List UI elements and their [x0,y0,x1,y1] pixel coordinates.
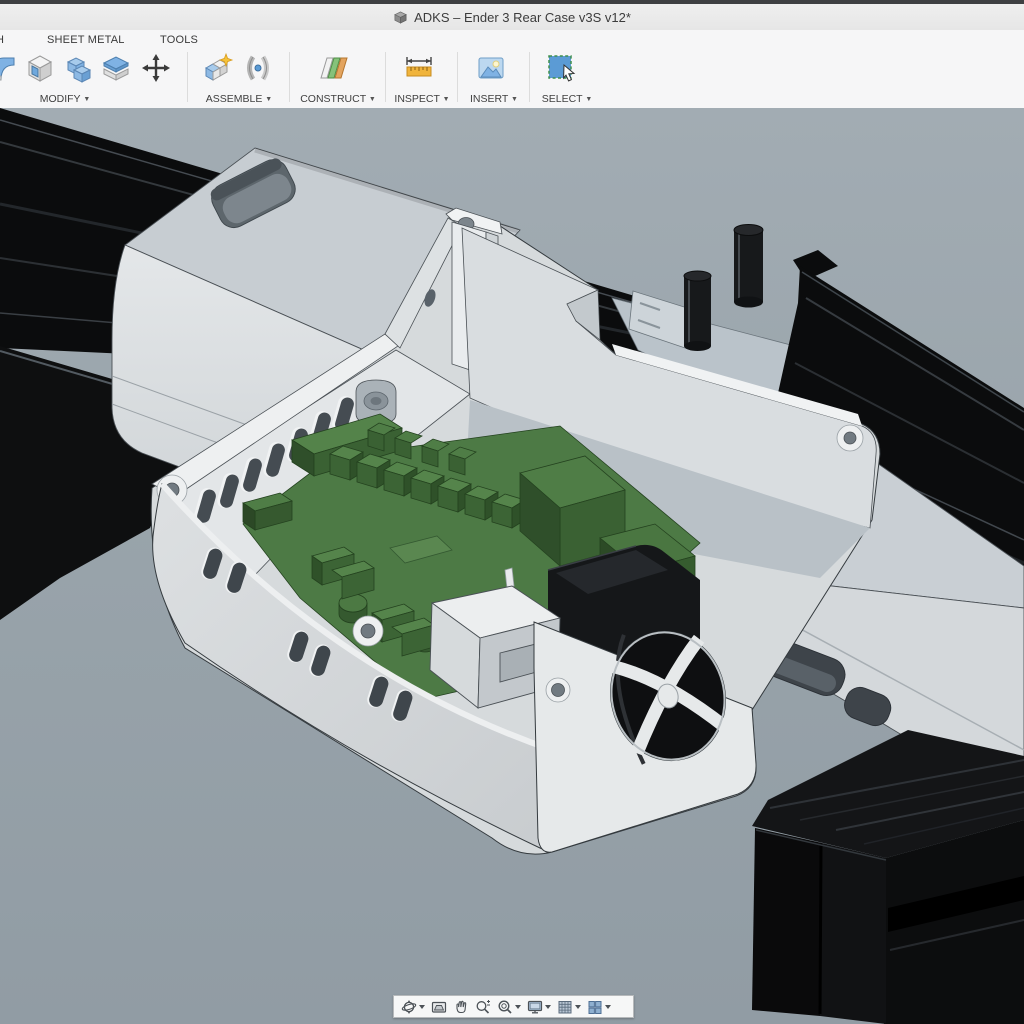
window-title: ADKS – Ender 3 Rear Case v3S v12* [414,10,631,25]
pan-button[interactable] [451,997,471,1016]
measure-icon[interactable] [403,52,437,86]
group-modify: MODIFY ▼ [0,50,186,108]
select-menu[interactable]: SELECT ▼ [531,93,603,105]
combine-icon[interactable] [62,52,96,86]
assemble-menu[interactable]: ASSEMBLE ▼ [190,93,288,105]
zoom-button[interactable] [473,997,493,1016]
viewports-button[interactable] [585,997,613,1016]
group-inspect: INSPECT ▼ [387,50,457,108]
joint-icon[interactable] [242,52,276,86]
group-insert: INSERT ▼ [459,50,529,108]
group-assemble: ASSEMBLE ▼ [190,50,288,108]
extrusion-pin-left[interactable] [684,271,711,351]
document-cube-icon [393,10,408,24]
inspect-menu[interactable]: INSPECT ▼ [387,93,457,105]
display-settings-button[interactable] [525,997,553,1016]
ribbon-toolbar: H SHEET METAL TOOLS [0,30,1024,109]
fillet-icon[interactable] [0,52,18,86]
construction-plane-icon[interactable] [317,52,351,86]
viewport-canvas[interactable] [0,108,1024,1024]
tab-tools[interactable]: TOOLS [160,34,198,46]
tab-sheet-metal[interactable]: SHEET METAL [47,34,125,46]
look-at-button[interactable] [429,997,449,1016]
tab-clipped[interactable]: H [0,34,4,46]
group-construct: CONSTRUCT ▼ [291,50,385,108]
modify-menu[interactable]: MODIFY ▼ [0,93,158,105]
construct-menu[interactable]: CONSTRUCT ▼ [291,93,385,105]
orbit-button[interactable] [399,997,427,1016]
insert-image-icon[interactable] [475,52,509,86]
fit-button[interactable] [495,997,523,1016]
insert-menu[interactable]: INSERT ▼ [459,93,529,105]
fusion-window: ADKS – Ender 3 Rear Case v3S v12* H SHEE… [0,0,1024,1024]
title-bar: ADKS – Ender 3 Rear Case v3S v12* [0,4,1024,31]
grid-snaps-button[interactable] [555,997,583,1016]
new-component-icon[interactable] [202,52,236,86]
shell-icon[interactable] [24,52,58,86]
group-select: SELECT ▼ [531,50,603,108]
view-navigation-bar [393,995,634,1018]
select-icon[interactable] [545,52,579,86]
move-copy-icon[interactable] [140,52,174,86]
split-body-icon[interactable] [100,52,134,86]
extrusion-pin-right[interactable] [734,225,763,308]
